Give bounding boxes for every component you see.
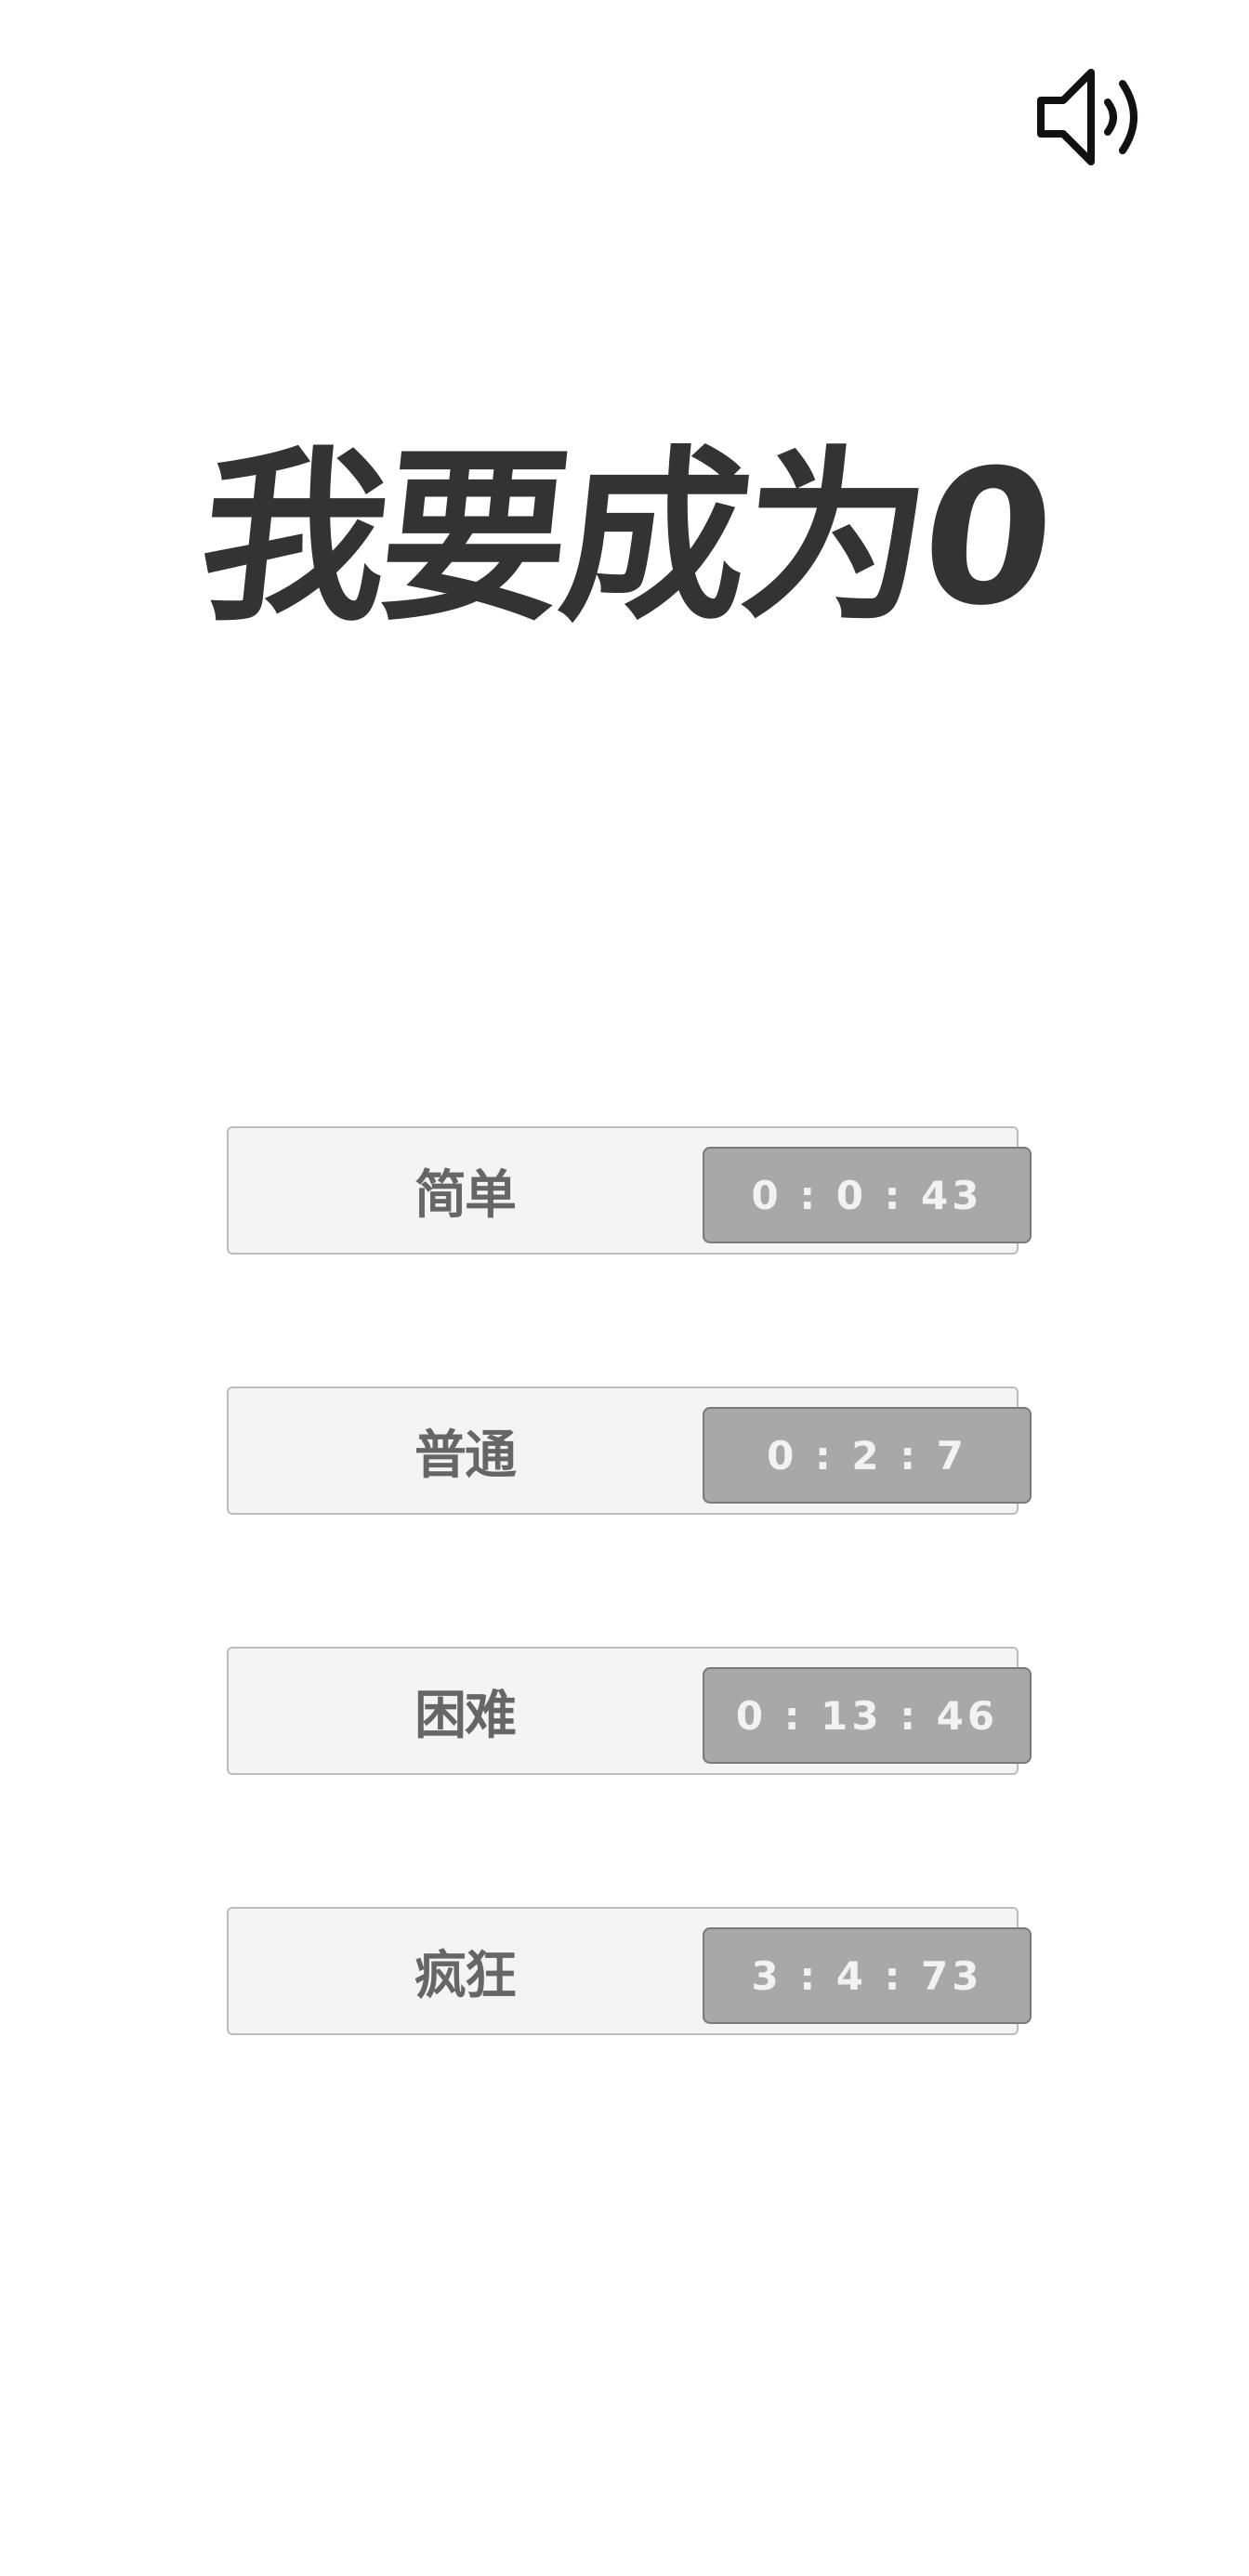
best-time-display: 0 : 0 : 43 [703,1147,1032,1243]
best-time-display: 0 : 2 : 7 [703,1407,1032,1504]
level-easy-button[interactable]: 简单 0 : 0 : 43 [227,1126,1032,1256]
level-label: 疯狂 [414,1945,517,2006]
level-crazy-button[interactable]: 疯狂 3 : 4 : 73 [227,1907,1032,2037]
level-list: 简单 0 : 0 : 43 普通 0 : 2 : 7 困难 0 : 13 : 4… [0,0,1249,2576]
level-hard-button[interactable]: 困难 0 : 13 : 46 [227,1647,1032,1777]
level-label: 简单 [414,1164,517,1226]
level-label: 困难 [414,1685,517,1746]
best-time-display: 0 : 13 : 46 [703,1667,1032,1764]
level-label: 普通 [414,1425,517,1486]
level-normal-button[interactable]: 普通 0 : 2 : 7 [227,1387,1032,1517]
best-time-display: 3 : 4 : 73 [703,1927,1032,2024]
